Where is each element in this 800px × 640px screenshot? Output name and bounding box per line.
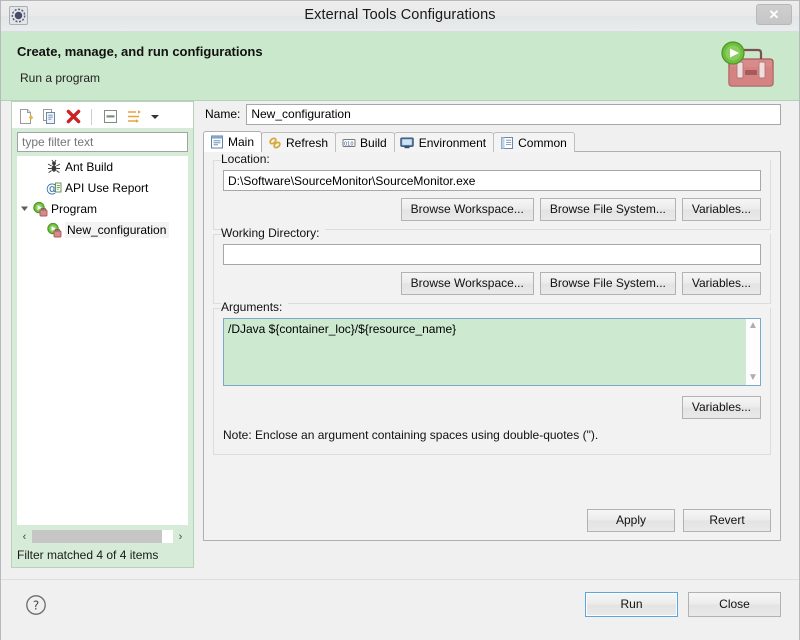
- working-directory-label: Working Directory:: [221, 226, 326, 240]
- filter-input[interactable]: [17, 132, 188, 152]
- tab-label: Main: [228, 135, 255, 149]
- close-icon[interactable]: ✕: [756, 4, 792, 25]
- wd-browse-workspace-button[interactable]: Browse Workspace...: [400, 272, 534, 295]
- toolbar-separator: [91, 108, 92, 125]
- api-use-report-icon: @: [45, 179, 62, 196]
- main-tab-icon: [209, 135, 224, 150]
- name-label: Name:: [205, 107, 241, 121]
- tree-item-label: Program: [51, 201, 98, 216]
- duplicate-configuration-icon[interactable]: [40, 108, 58, 126]
- tree-twisty: [31, 178, 45, 198]
- banner-title: Create, manage, and run configurations: [17, 44, 263, 59]
- arguments-label: Arguments:: [221, 300, 289, 314]
- location-group: Location: Browse Workspace... Browse Fil…: [213, 152, 771, 230]
- window-title: External Tools Configurations: [304, 7, 496, 23]
- filter-status-text: Filter matched 4 of 4 items: [17, 548, 159, 562]
- tab-label: Environment: [418, 135, 487, 150]
- arguments-buttons: Variables...: [223, 396, 761, 419]
- revert-button[interactable]: Revert: [683, 509, 771, 532]
- svg-text:?: ?: [33, 599, 39, 613]
- name-input[interactable]: [246, 103, 781, 125]
- scroll-down-icon[interactable]: ▼: [748, 373, 758, 383]
- common-tab-icon: [499, 135, 514, 150]
- arguments-wrap: /DJava ${container_loc}/${resource_name}…: [223, 318, 761, 389]
- close-button[interactable]: Close: [688, 592, 781, 617]
- configurations-panel: Ant Build @ API Use Report: [11, 101, 194, 568]
- arguments-note: Note: Enclose an argument containing spa…: [223, 428, 599, 442]
- arguments-vertical-scrollbar[interactable]: ▲ ▼: [745, 319, 760, 385]
- scroll-up-icon[interactable]: ▲: [748, 321, 758, 331]
- scroll-right-icon[interactable]: ›: [173, 529, 188, 544]
- tabstrip: Main Refresh 010 Build Environment Commo…: [203, 131, 781, 152]
- dialog-body: Ant Build @ API Use Report: [11, 101, 791, 571]
- delete-configuration-icon[interactable]: [64, 108, 82, 126]
- arguments-variables-button[interactable]: Variables...: [681, 396, 761, 419]
- tree-item-program[interactable]: Program: [17, 198, 188, 219]
- tab-label: Common: [518, 135, 567, 150]
- tab-folder: Main Refresh 010 Build Environment Commo…: [203, 131, 781, 541]
- tree-item-label: API Use Report: [65, 180, 149, 195]
- tree-twisty: [31, 157, 45, 177]
- tree-item-api-use-report[interactable]: @ API Use Report: [17, 177, 188, 198]
- run-button[interactable]: Run: [585, 592, 678, 617]
- arguments-textarea[interactable]: /DJava ${container_loc}/${resource_name}: [223, 318, 761, 386]
- filter-icon[interactable]: [125, 108, 143, 126]
- configuration-editor: Name: Main: [203, 101, 781, 568]
- tab-refresh[interactable]: Refresh: [261, 132, 337, 152]
- svg-text:010: 010: [344, 141, 354, 147]
- tab-environment[interactable]: Environment: [393, 132, 495, 152]
- tree-item-label: New_configuration: [65, 221, 170, 238]
- titlebar: External Tools Configurations ✕: [1, 1, 799, 32]
- help-question-icon[interactable]: ?: [25, 594, 47, 616]
- location-browse-workspace-button[interactable]: Browse Workspace...: [400, 198, 534, 221]
- collapse-all-icon[interactable]: [101, 108, 119, 126]
- working-directory-group: Working Directory: Browse Workspace... B…: [213, 226, 771, 304]
- ant-build-icon: [45, 158, 62, 175]
- wd-browse-file-system-button[interactable]: Browse File System...: [539, 272, 676, 295]
- external-tools-configurations-window: External Tools Configurations ✕ Create, …: [0, 0, 800, 640]
- working-directory-buttons: Browse Workspace... Browse File System..…: [223, 272, 761, 295]
- filter-zone: Ant Build @ API Use Report: [12, 128, 193, 567]
- tree-twisty-expanded[interactable]: [17, 199, 31, 219]
- tab-main[interactable]: Main: [203, 131, 263, 152]
- location-input[interactable]: [223, 170, 761, 191]
- refresh-tab-icon: [267, 135, 282, 150]
- tree-horizontal-scrollbar[interactable]: ‹ ›: [17, 529, 188, 544]
- tab-common[interactable]: Common: [493, 132, 575, 152]
- location-variables-button[interactable]: Variables...: [681, 198, 761, 221]
- tab-label: Refresh: [286, 135, 329, 150]
- configurations-tree[interactable]: Ant Build @ API Use Report Program New_c…: [17, 156, 188, 525]
- location-browse-file-system-button[interactable]: Browse File System...: [539, 198, 676, 221]
- configurations-toolbar: [12, 102, 193, 128]
- wd-variables-button[interactable]: Variables...: [681, 272, 761, 295]
- scrollbar-track[interactable]: [32, 530, 173, 543]
- footer-buttons: Run Close: [585, 592, 781, 617]
- build-tab-icon: 010: [341, 135, 356, 150]
- banner-subtitle: Run a program: [20, 71, 101, 85]
- scrollbar-thumb[interactable]: [32, 530, 162, 543]
- tab-label: Build: [360, 135, 387, 150]
- tree-item-label: Ant Build: [65, 159, 114, 174]
- apply-revert-row: Apply Revert: [587, 509, 771, 532]
- environment-tab-icon: [400, 135, 415, 150]
- tab-build[interactable]: 010 Build: [335, 132, 395, 152]
- tree-item-ant-build[interactable]: Ant Build: [17, 156, 188, 177]
- tree-item-new-configuration[interactable]: New_configuration: [17, 219, 188, 240]
- name-row: Name:: [203, 103, 781, 125]
- scroll-left-icon[interactable]: ‹: [17, 529, 32, 544]
- location-buttons: Browse Workspace... Browse File System..…: [223, 198, 761, 221]
- banner: Create, manage, and run configurations R…: [1, 32, 799, 101]
- apply-button[interactable]: Apply: [587, 509, 675, 532]
- arguments-group: Arguments: /DJava ${container_loc}/${res…: [213, 300, 771, 455]
- new-configuration-icon[interactable]: [16, 108, 34, 126]
- program-config-icon: [45, 221, 62, 238]
- dialog-footer: ? Run Close: [1, 579, 799, 640]
- chevron-down-icon[interactable]: [149, 109, 161, 125]
- tab-main-body: Location: Browse Workspace... Browse Fil…: [203, 151, 781, 541]
- program-icon: [31, 200, 48, 217]
- location-label: Location:: [221, 152, 276, 166]
- toolbox-run-icon: [715, 38, 777, 96]
- working-directory-input[interactable]: [223, 244, 761, 265]
